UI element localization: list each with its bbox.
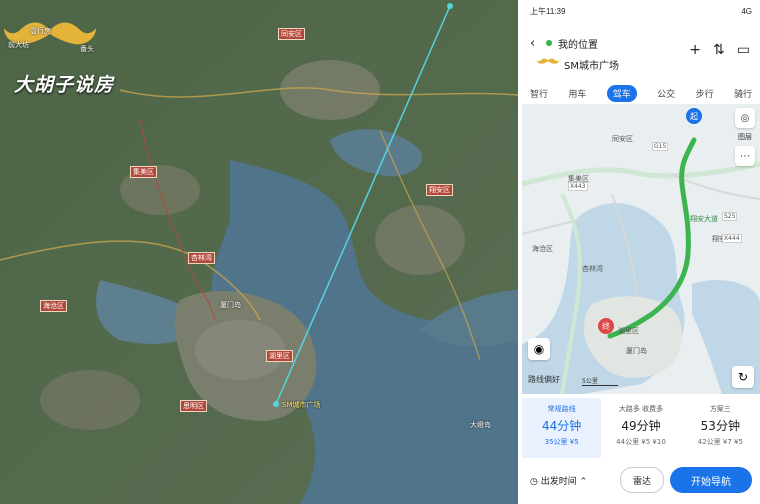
map-place-label: 湖里区 <box>618 327 639 335</box>
mode-tab[interactable]: 公交 <box>657 87 675 100</box>
mode-tab-active[interactable]: 驾车 <box>606 84 637 102</box>
mustache-icon <box>536 58 560 64</box>
place-label: 同安区 <box>278 28 305 40</box>
road-tag: G15 <box>652 142 669 151</box>
place-label: 海沧区 <box>40 300 67 312</box>
route-sub: 35公里 ¥5 <box>544 438 579 446</box>
back-icon[interactable]: ‹ <box>530 36 535 51</box>
end-label: SM城市广场 <box>282 401 321 409</box>
swap-icon[interactable]: ⇅ <box>713 42 725 58</box>
depart-label: 出发时间 <box>540 476 577 487</box>
layers-label: 图层 <box>738 133 752 141</box>
origin-field[interactable]: 我的位置 <box>558 36 598 51</box>
route-tag: 大路多 收费多 <box>618 405 664 413</box>
locate-icon[interactable]: ◉ <box>528 338 550 360</box>
route-time: 53分钟 <box>700 419 740 433</box>
map-place-label: 同安区 <box>612 135 633 143</box>
route-tag: 常规路线 <box>547 405 576 413</box>
status-time: 上午11:39 <box>530 6 566 16</box>
route-card[interactable]: 方案三 53分钟 42公里 ¥7 ¥5 <box>681 398 760 458</box>
transport-modes: 智行 用车 驾车 公交 步行 骑行 <box>522 82 760 104</box>
logo-text: 大胡子说房 <box>14 74 115 96</box>
logo-small-top: 壹行房 <box>30 27 51 35</box>
more-icon[interactable]: ▭ <box>737 42 750 58</box>
phone-screen: 上午11:39 4G ‹ 我的位置 SM城市广场 + ⇅ ▭ 智行 用车 驾车 … <box>522 0 760 504</box>
route-card[interactable]: 大路多 收费多 49分钟 44公里 ¥5 ¥10 <box>601 398 680 458</box>
place-label: 翔安区 <box>426 184 453 196</box>
origin-dot-icon <box>546 40 552 46</box>
scale-bar: 5公里 <box>582 376 618 386</box>
start-marker[interactable]: 起 <box>686 108 702 124</box>
mode-tab[interactable]: 骑行 <box>734 87 752 100</box>
mode-tab[interactable]: 智行 <box>530 87 548 100</box>
map-place-label: 厦门岛 <box>626 347 647 355</box>
route-options: 常规路线 44分钟 35公里 ¥5 大路多 收费多 49分钟 44公里 ¥5 ¥… <box>522 398 760 458</box>
map-place-label: 杏林湾 <box>582 265 603 273</box>
radar-button[interactable]: 雷达 <box>620 467 664 493</box>
place-label: 厦门岛 <box>220 301 241 309</box>
place-label: 集美区 <box>130 166 157 178</box>
mode-tab[interactable]: 步行 <box>696 87 714 100</box>
place-label: 大嶝岛 <box>470 421 491 429</box>
route-preference[interactable]: 路线偏好 <box>528 374 560 385</box>
add-icon[interactable]: + <box>689 42 701 58</box>
satellite-map: 壹行房 前大坊 番头 大胡子说房 同安区 翔安区 集美区 海沧区 思明区 湖里区… <box>0 0 518 504</box>
route-header: ‹ 我的位置 SM城市广场 + ⇅ ▭ <box>522 22 760 82</box>
place-label: 湖里区 <box>266 350 293 362</box>
place-label: 杏林湾 <box>188 252 215 264</box>
map-tools: ◎ 图层 ⋯ <box>734 108 756 166</box>
route-sub: 44公里 ¥5 ¥10 <box>616 438 666 446</box>
route-time: 44分钟 <box>542 419 582 433</box>
road-tag: X443 <box>568 182 588 191</box>
status-signal: 4G <box>741 6 752 16</box>
route-sub: 42公里 ¥7 ¥5 <box>697 438 743 446</box>
bottom-bar: ◷ 出发时间 ⌃ 雷达 开始导航 <box>522 460 760 500</box>
start-navigation-button[interactable]: 开始导航 <box>670 467 752 493</box>
road-tag: X444 <box>722 234 742 243</box>
more-options-icon[interactable]: ⋯ <box>735 146 755 166</box>
depart-time-button[interactable]: ◷ 出发时间 ⌃ <box>530 474 620 487</box>
map-place-label: 海沧区 <box>532 245 553 253</box>
route-map[interactable]: 同安区 翔安区 海沧区 集美区 湖里区 厦门岛 翔安大道 杏林湾 G15 X44… <box>522 104 760 394</box>
place-label: 思明区 <box>180 400 207 412</box>
destination-field[interactable]: SM城市广场 <box>564 57 619 72</box>
layers-icon[interactable]: ◎ <box>735 108 755 128</box>
road-tag: S25 <box>722 212 738 221</box>
logo-corner-right: 番头 <box>80 45 94 53</box>
refresh-icon[interactable]: ↻ <box>732 366 754 388</box>
route-time: 49分钟 <box>621 419 661 433</box>
route-tag: 方案三 <box>709 405 731 413</box>
status-bar: 上午11:39 4G <box>522 0 760 22</box>
map-road-label: 翔安大道 <box>690 215 718 223</box>
route-card-active[interactable]: 常规路线 44分钟 35公里 ¥5 <box>522 398 602 458</box>
mode-tab[interactable]: 用车 <box>568 87 586 100</box>
end-marker[interactable]: 终 <box>598 318 614 334</box>
logo-corner-left: 前大坊 <box>8 41 29 49</box>
